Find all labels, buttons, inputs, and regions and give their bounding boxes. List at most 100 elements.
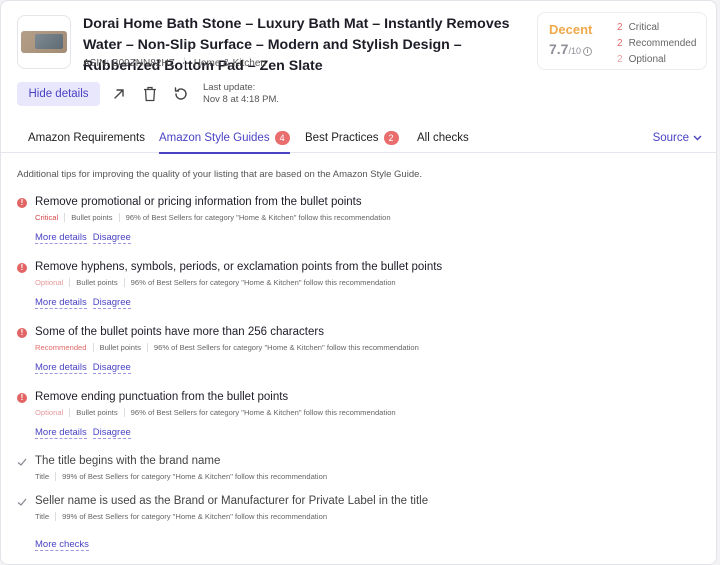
severity-label: Critical	[35, 213, 59, 222]
last-update: Last update: Nov 8 at 4:18 PM.	[203, 82, 279, 106]
tab-badge: 2	[383, 131, 399, 145]
open-external-icon[interactable]	[107, 82, 131, 106]
check-title: The title begins with the brand name	[35, 455, 221, 467]
severity-label: Optional	[35, 278, 64, 287]
info-icon[interactable]: i	[582, 47, 592, 56]
check-title: Seller name is used as the Brand or Manu…	[35, 495, 429, 507]
tab-bar: Amazon Requirements Amazon Style Guides 4…	[1, 123, 716, 154]
recommended-label: Recommended	[628, 38, 697, 49]
tab-amazon-requirements[interactable]: Amazon Requirements	[28, 123, 145, 153]
divider	[69, 278, 71, 287]
check-links: More details Disagree	[35, 297, 137, 309]
optional-count: 2	[617, 54, 623, 65]
source-label: Source	[652, 132, 689, 144]
refresh-icon[interactable]	[169, 82, 193, 106]
alert-icon: !	[17, 393, 27, 403]
stat-label: 99% of Best Sellers for category "Home &…	[62, 512, 328, 521]
severity-label: Optional	[35, 408, 64, 417]
section-label: Bullet points	[99, 343, 141, 352]
more-details-link[interactable]: More details	[35, 297, 87, 309]
tab-label: Amazon Requirements	[28, 132, 145, 144]
listing-header: Dorai Home Bath Stone – Luxury Bath Mat …	[1, 1, 716, 123]
intro-text: Additional tips for improving the qualit…	[17, 169, 423, 180]
disagree-link[interactable]: Disagree	[92, 297, 131, 309]
score-label: Decent	[549, 22, 593, 37]
stat-label: 96% of Best Sellers for category "Home &…	[130, 408, 396, 417]
score-out-of: /10	[568, 46, 581, 56]
disagree-link[interactable]: Disagree	[92, 427, 131, 439]
check-links: More details Disagree	[35, 362, 137, 374]
stat-label: 96% of Best Sellers for category "Home &…	[130, 278, 396, 287]
check-meta: Critical Bullet points 96% of Best Sellers…	[35, 213, 391, 222]
divider	[183, 57, 185, 69]
section-label: Bullet points	[76, 278, 118, 287]
issue-counts: 2 Critical 2 Recommended 2 Optional	[617, 20, 696, 68]
stat-label: 99% of Best Sellers for category "Home &…	[62, 472, 328, 481]
divider	[92, 343, 94, 352]
tab-badge: 4	[274, 131, 290, 145]
check-title: Remove promotional or pricing informatio…	[35, 196, 362, 208]
hide-details-button[interactable]: Hide details	[17, 82, 100, 106]
stat-label: 96% of Best Sellers for category "Home &…	[125, 213, 391, 222]
more-details-link[interactable]: More details	[35, 232, 87, 244]
bath-mat-image	[21, 31, 67, 53]
divider	[64, 213, 66, 222]
product-meta: ASIN: B09ZNN82HZ Home & Kitchen	[83, 57, 266, 69]
score-value: 7.7/10 i	[549, 41, 592, 57]
trash-icon[interactable]	[138, 82, 162, 106]
critical-count: 2	[617, 22, 623, 33]
source-dropdown[interactable]: Source	[653, 123, 702, 153]
check-title: Remove ending punctuation from the bulle…	[35, 391, 289, 403]
tab-best-practices[interactable]: Best Practices 2	[305, 123, 399, 153]
check-meta: Title 99% of Best Sellers for category "H…	[35, 512, 327, 521]
tab-label: Amazon Style Guides	[159, 132, 270, 144]
category-label: Home & Kitchen	[193, 57, 266, 69]
more-checks-link[interactable]: More checks	[35, 539, 89, 551]
listing-card: Dorai Home Bath Stone – Luxury Bath Mat …	[0, 0, 717, 565]
section-label: Bullet points	[71, 213, 113, 222]
tab-all-checks[interactable]: All checks	[417, 123, 469, 153]
alert-icon: !	[17, 198, 27, 208]
divider	[123, 278, 125, 287]
divider	[118, 213, 120, 222]
section-label: Title	[35, 512, 50, 521]
chevron-down-icon	[693, 135, 702, 141]
check-title: Remove hyphens, symbols, periods, or exc…	[35, 261, 443, 273]
alert-icon: !	[17, 263, 27, 273]
check-meta: Optional Bullet points 96% of Best Sellers…	[35, 278, 396, 287]
more-details-link[interactable]: More details	[35, 362, 87, 374]
stat-label: 96% of Best Sellers for category "Home &…	[153, 343, 419, 352]
check-meta: Optional Bullet points 96% of Best Sellers…	[35, 408, 396, 417]
optional-label: Optional	[628, 54, 666, 65]
score-panel: Decent 7.7/10 i 2 Critical 2 Recommended 2O…	[537, 12, 707, 70]
divider	[69, 408, 71, 417]
check-icon	[17, 458, 27, 466]
alert-icon: !	[17, 328, 27, 338]
severity-label: Recommended	[35, 343, 87, 352]
check-links: More details Disagree	[35, 232, 137, 244]
check-meta: Recommended Bullet points 96% of Best Sell…	[35, 343, 419, 352]
more-details-link[interactable]: More details	[35, 427, 87, 439]
divider	[55, 512, 57, 521]
divider	[123, 408, 125, 417]
product-thumbnail[interactable]	[17, 15, 71, 69]
action-bar: Hide details Last update: Nov 8 at 4:18 …	[17, 82, 279, 106]
section-label: Title	[35, 472, 50, 481]
last-update-label: Last update:	[203, 82, 256, 93]
section-label: Bullet points	[76, 408, 118, 417]
check-meta: Title 99% of Best Sellers for category "H…	[35, 472, 327, 481]
check-icon	[17, 498, 27, 506]
tab-label: Best Practices	[305, 132, 379, 144]
check-links: More details Disagree	[35, 427, 137, 439]
disagree-link[interactable]: Disagree	[92, 232, 131, 244]
check-title: Some of the bullet points have more than…	[35, 326, 324, 338]
tab-amazon-style-guides[interactable]: Amazon Style Guides 4	[159, 123, 290, 154]
score-number: 7.7	[549, 41, 569, 57]
recommended-count: 2	[617, 38, 623, 49]
tab-label: All checks	[417, 132, 469, 144]
last-update-value: Nov 8 at 4:18 PM.	[203, 94, 280, 105]
asin-label: ASIN: B09ZNN82HZ	[83, 57, 175, 69]
disagree-link[interactable]: Disagree	[92, 362, 131, 374]
divider	[55, 472, 57, 481]
critical-label: Critical	[628, 22, 660, 33]
